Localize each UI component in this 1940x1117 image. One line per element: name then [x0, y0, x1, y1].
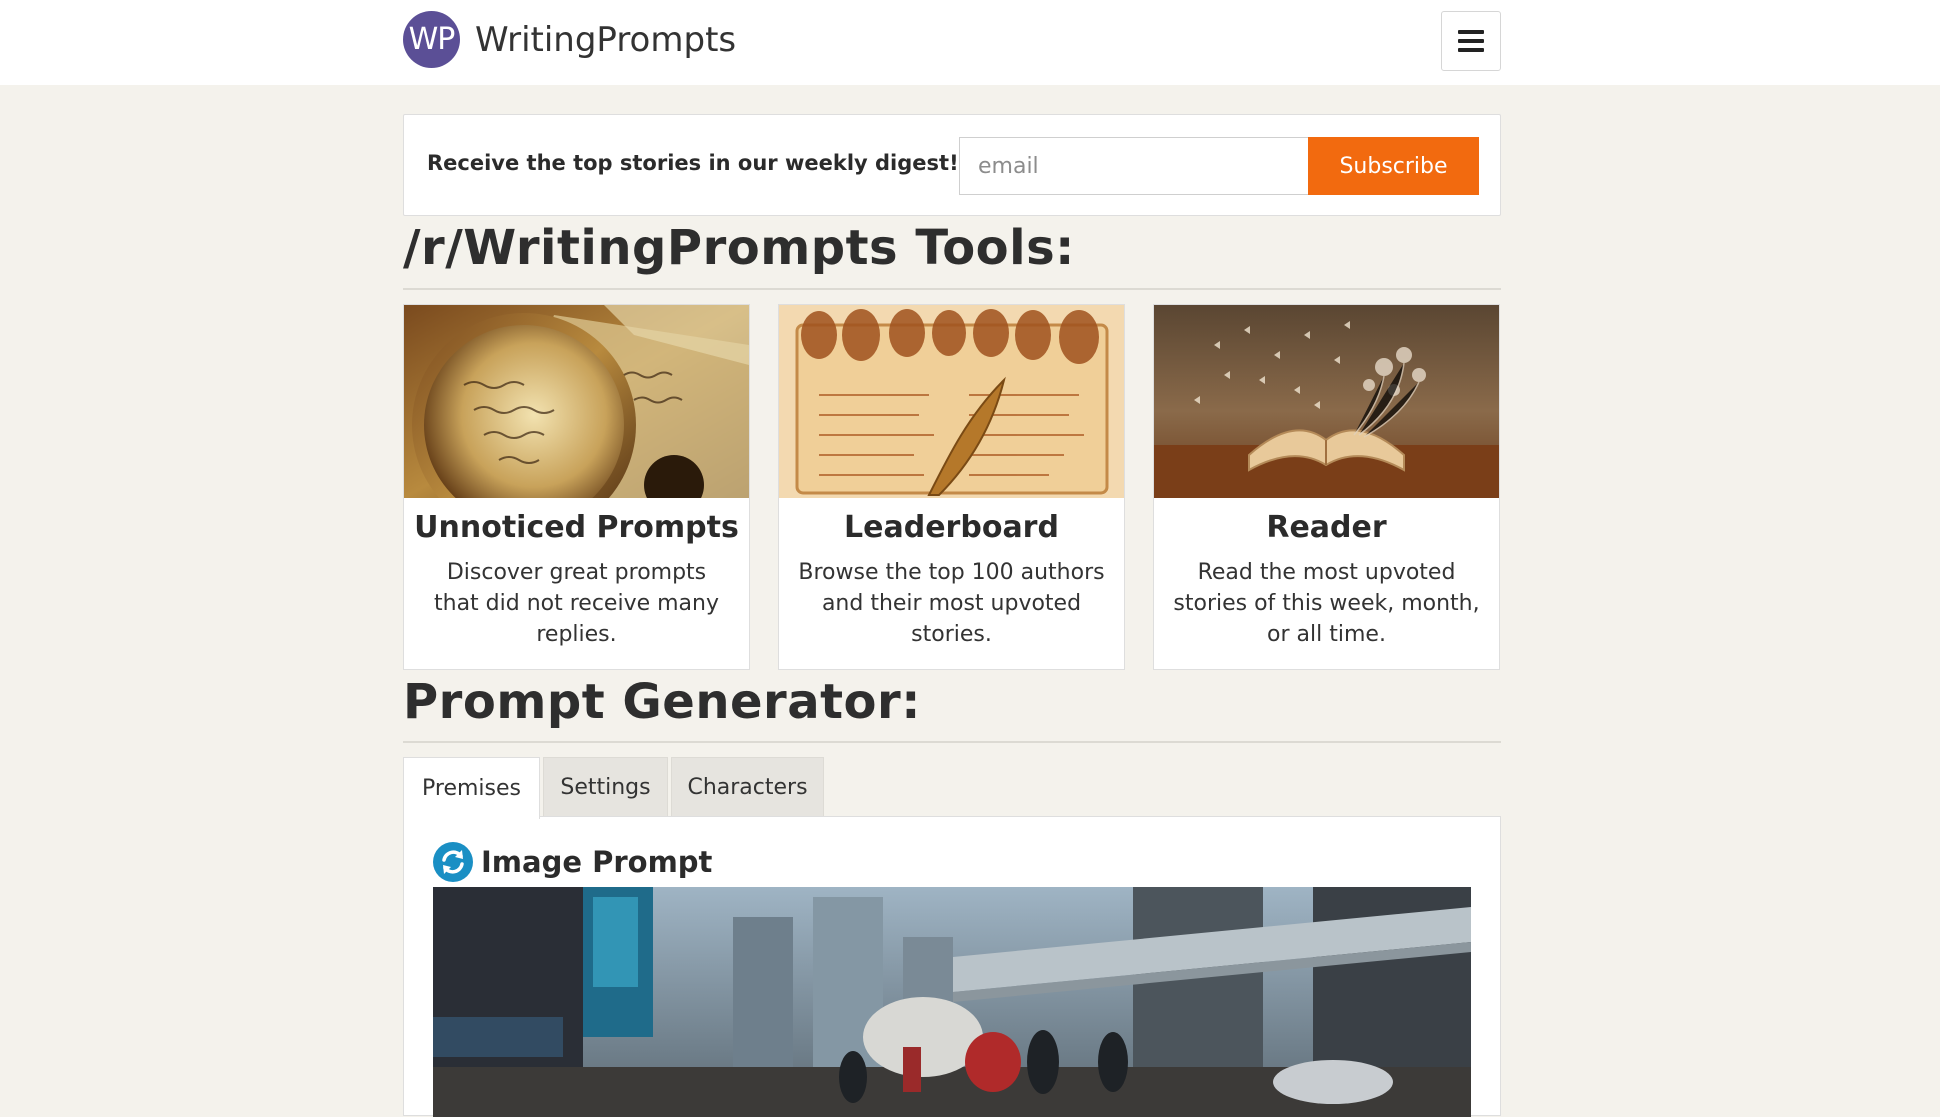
card-description: Discover great prompts that did not rece…	[434, 560, 719, 647]
email-input[interactable]	[959, 137, 1308, 195]
card-description: Read the most upvoted stories of this we…	[1173, 560, 1480, 647]
generator-section-title: Prompt Generator:	[403, 674, 921, 730]
card-description: Browse the top 100 authors and their mos…	[798, 560, 1105, 647]
card-image-magnifier-letters	[404, 305, 749, 498]
card-unnoticed-prompts[interactable]: Unnoticed Prompts Discover great prompts…	[403, 304, 750, 670]
digest-signup-box: Receive the top stories in our weekly di…	[403, 114, 1501, 216]
card-leaderboard[interactable]: Leaderboard Browse the top 100 authors a…	[778, 304, 1125, 670]
prompt-heading: Image Prompt	[481, 845, 713, 879]
generator-divider	[403, 741, 1501, 743]
tab-characters[interactable]: Characters	[671, 757, 824, 817]
image-prompt-picture	[433, 887, 1471, 1117]
subscribe-button[interactable]: Subscribe	[1308, 137, 1479, 195]
card-title: Leaderboard	[844, 510, 1059, 545]
tools-divider	[403, 288, 1501, 290]
menu-toggle-button[interactable]	[1441, 11, 1501, 71]
card-reader[interactable]: Reader Read the most upvoted stories of …	[1153, 304, 1500, 670]
card-image-open-book	[1154, 305, 1499, 498]
card-title: Reader	[1266, 510, 1387, 545]
site-name: WritingPrompts	[475, 19, 737, 60]
refresh-icon[interactable]	[433, 842, 473, 882]
prompt-panel: Image Prompt	[403, 816, 1501, 1117]
tab-settings[interactable]: Settings	[543, 757, 668, 817]
tools-section-title: /r/WritingPrompts Tools:	[403, 220, 1075, 276]
top-navbar: WP WritingPrompts	[0, 0, 1940, 85]
hamburger-icon	[1458, 30, 1484, 52]
digest-text: Receive the top stories in our weekly di…	[427, 151, 959, 175]
tab-premises[interactable]: Premises	[403, 757, 540, 819]
brand-link[interactable]: WP WritingPrompts	[403, 11, 736, 68]
card-image-authors-manuscript	[779, 305, 1124, 498]
brand-logo: WP	[403, 11, 460, 68]
card-title: Unnoticed Prompts	[414, 510, 739, 545]
